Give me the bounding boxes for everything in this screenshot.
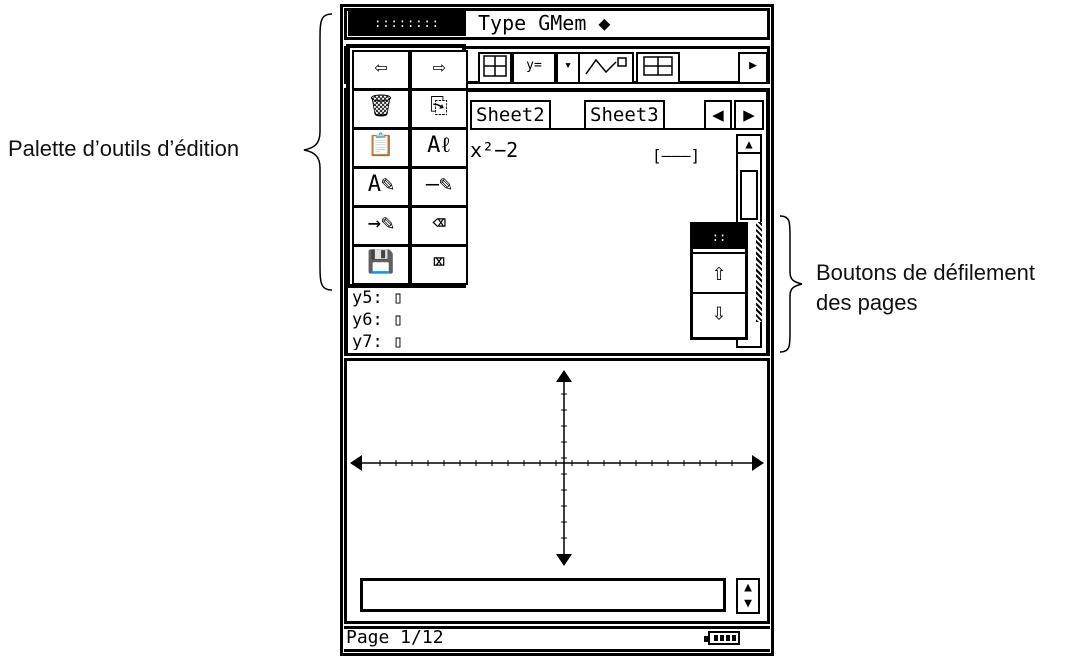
left-brace-icon <box>303 13 333 291</box>
scrollbar-thumb[interactable] <box>740 170 758 220</box>
toolbar-zoom-button[interactable] <box>636 52 680 84</box>
page-buttons-annotation-line2: des pages <box>816 290 918 315</box>
palette-edit-text-button[interactable]: Aℓ <box>410 128 468 168</box>
save-icon: 💾 <box>367 250 395 275</box>
text-style-icon: A✎ <box>367 172 395 197</box>
palette-save-button[interactable]: 💾 <box>352 245 410 285</box>
palette-eraser-button[interactable]: ⌫ <box>410 206 468 246</box>
clear-all-icon: ⌧ <box>432 250 446 275</box>
palette-undo-arrow-button[interactable]: ⇦ <box>352 50 410 90</box>
scrollbar-track <box>756 222 762 322</box>
page-scroll-handle-icon[interactable]: :: <box>693 225 745 249</box>
palette-text-style-button[interactable]: A✎ <box>352 167 410 207</box>
redo-arrow-icon: ⇨ <box>432 55 446 80</box>
palette-trash-button[interactable]: 🗑 <box>352 89 410 129</box>
y-row-5[interactable]: y5: ▯ <box>352 288 403 308</box>
palette-annotation-label: Palette d’outils d’édition <box>8 136 240 161</box>
toolbar-next-button[interactable]: ▶ <box>738 52 768 84</box>
line-style-marker[interactable]: [———] <box>652 146 700 165</box>
toolbar-yeq-button[interactable]: y= <box>512 52 556 84</box>
page-indicator: Page 1/12 <box>346 627 444 648</box>
palette-clear-all-button[interactable]: ⌧ <box>410 245 468 285</box>
graph-input-field[interactable] <box>360 578 726 612</box>
toolbar-grid-button[interactable] <box>478 52 512 84</box>
page-down-button[interactable]: ⇩ <box>693 292 745 330</box>
undo-arrow-icon: ⇦ <box>374 55 388 80</box>
palette-redo-arrow-button[interactable]: ⇨ <box>410 50 468 90</box>
tab-scroll-right-button[interactable]: ▶ <box>734 100 764 130</box>
toolbar-dropdown-button[interactable]: ▾ <box>556 52 580 84</box>
y-row-7[interactable]: y7: ▯ <box>352 332 403 350</box>
page-up-button[interactable]: ⇧ <box>693 252 745 290</box>
tab-sheet3[interactable]: Sheet3 <box>584 100 665 130</box>
tab-sheet2[interactable]: Sheet2 <box>470 100 551 130</box>
tab-divider <box>470 128 764 130</box>
menu-icon[interactable]: :::::::: <box>348 10 466 36</box>
tab-scroll-left-button[interactable]: ◀ <box>704 100 732 130</box>
palette-copy-button[interactable]: ⎘ <box>410 89 468 129</box>
palette-paste-button[interactable]: 📋 <box>352 128 410 168</box>
palette-arrow-style-button[interactable]: →✎ <box>352 206 410 246</box>
trash-icon: 🗑 <box>367 94 395 119</box>
edit-text-icon: Aℓ <box>427 133 451 158</box>
menu-title[interactable]: Type GMem ◆ <box>478 10 610 36</box>
copy-icon: ⎘ <box>430 94 448 119</box>
graph-axes <box>350 370 764 566</box>
paste-icon: 📋 <box>367 133 395 158</box>
battery-icon <box>704 631 740 645</box>
scroll-up-icon[interactable]: ▲ <box>736 134 762 154</box>
line-style-icon: —✎ <box>425 172 453 197</box>
palette-line-style-button[interactable]: —✎ <box>410 167 468 207</box>
page-buttons-annotation-line1: Boutons de défilement <box>816 260 1035 285</box>
y-row-6[interactable]: y6: ▯ <box>352 310 403 330</box>
function-expression[interactable]: x²−2 <box>470 138 518 162</box>
input-updown-button[interactable]: ▲ ▼ <box>736 578 760 614</box>
arrow-style-icon: →✎ <box>367 211 395 236</box>
eraser-icon: ⌫ <box>432 211 446 236</box>
toolbar-graph-type-button[interactable] <box>578 52 634 84</box>
right-brace-icon <box>779 215 803 353</box>
